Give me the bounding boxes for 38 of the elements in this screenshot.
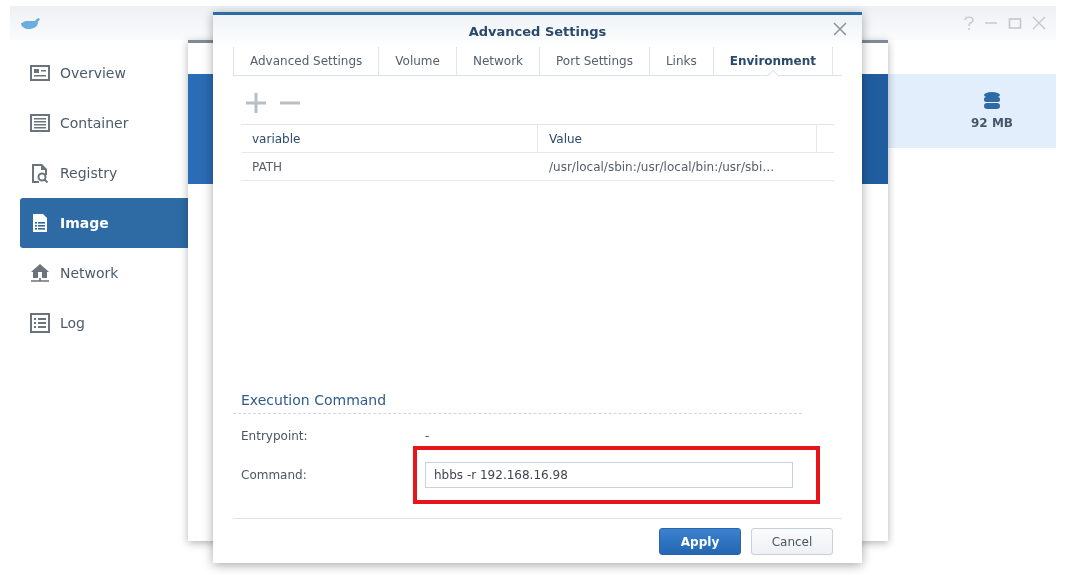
tab[interactable]: Network bbox=[455, 47, 540, 75]
cancel-button[interactable]: Cancel bbox=[751, 528, 833, 555]
help-icon[interactable] bbox=[964, 16, 974, 30]
database-icon bbox=[984, 92, 1000, 110]
dialog-title: Advanced Settings bbox=[468, 23, 607, 39]
command-field[interactable]: hbbs -r 192.168.16.98 bbox=[425, 462, 793, 488]
field-value: - bbox=[425, 429, 431, 443]
list-box-icon bbox=[30, 113, 50, 133]
close-button[interactable] bbox=[832, 22, 848, 38]
close-icon[interactable] bbox=[1032, 16, 1046, 30]
tab[interactable]: Volume bbox=[378, 47, 456, 75]
sidebar-item[interactable]: Network bbox=[20, 248, 188, 298]
apply-button[interactable]: Apply bbox=[659, 528, 741, 555]
table-cell-text: /usr/local/sbin:/usr/local/bin:/usr/sbi… bbox=[548, 158, 776, 176]
sidebar-item[interactable]: Container bbox=[20, 98, 188, 148]
tab[interactable]: Environment bbox=[712, 47, 834, 75]
maximize-icon[interactable] bbox=[1008, 16, 1022, 30]
column-header[interactable]: Value bbox=[538, 125, 817, 152]
table-cell-text: PATH bbox=[251, 158, 284, 176]
tab[interactable]: Advanced Settings bbox=[233, 47, 379, 75]
add-icon[interactable] bbox=[245, 92, 267, 114]
document-list-icon bbox=[30, 213, 50, 233]
house-network-icon bbox=[30, 263, 50, 283]
field-label: Entrypoint: bbox=[241, 429, 309, 443]
sidebar-item[interactable]: Overview bbox=[20, 48, 188, 98]
column-header[interactable]: variable bbox=[241, 125, 538, 152]
remove-icon[interactable] bbox=[279, 101, 301, 105]
id-card-icon bbox=[30, 63, 50, 83]
section-title: Execution Command bbox=[241, 392, 387, 408]
field-label: Command: bbox=[241, 468, 308, 482]
sidebar-item[interactable]: Image bbox=[20, 198, 188, 248]
document-search-icon bbox=[30, 163, 50, 183]
sidebar-item[interactable]: Log bbox=[20, 298, 188, 348]
tab[interactable]: Links bbox=[648, 47, 713, 75]
sidebar-item[interactable]: Registry bbox=[20, 148, 188, 198]
tab[interactable]: Port Settings bbox=[539, 47, 649, 75]
list-icon bbox=[30, 313, 50, 333]
image-size: 92 MB bbox=[971, 116, 1013, 130]
